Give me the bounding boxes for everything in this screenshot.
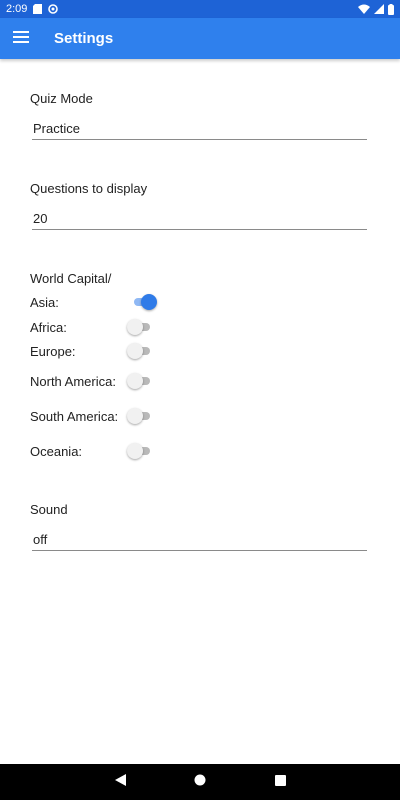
questions-to-display-label: Questions to display <box>30 181 148 196</box>
sound-input[interactable] <box>32 529 367 551</box>
toggle-thumb <box>127 343 143 359</box>
region-label-africa: Africa: <box>30 320 67 335</box>
status-bar: 2:09 <box>0 0 400 18</box>
system-nav-bar <box>0 764 400 800</box>
signal-icon <box>374 4 384 14</box>
page-title: Settings <box>54 30 114 47</box>
south-america-toggle[interactable] <box>127 408 153 424</box>
back-triangle-icon <box>114 773 126 791</box>
europe-toggle[interactable] <box>127 343 153 359</box>
questions-to-display-input[interactable] <box>32 208 367 230</box>
app-bar: Settings <box>0 18 400 59</box>
recents-button[interactable] <box>268 770 292 794</box>
hamburger-menu-icon <box>13 30 29 48</box>
oceania-toggle[interactable] <box>127 443 153 459</box>
region-label-europe: Europe: <box>30 344 76 359</box>
toggle-thumb <box>127 443 143 459</box>
data-saver-icon <box>48 4 59 14</box>
sound-label: Sound <box>30 502 68 517</box>
recents-square-icon <box>274 773 286 791</box>
home-circle-icon <box>194 773 206 791</box>
sd-card-icon <box>33 4 43 14</box>
toggle-thumb <box>141 294 157 310</box>
toggle-thumb <box>127 373 143 389</box>
menu-button[interactable] <box>1 18 41 59</box>
region-label-asia: Asia: <box>30 295 59 310</box>
region-label-oceania: Oceania: <box>30 444 83 459</box>
region-label-north-america: North America: <box>30 374 116 389</box>
home-button[interactable] <box>188 770 212 794</box>
battery-icon <box>388 3 394 15</box>
region-label-south-america: South America: <box>30 409 119 424</box>
back-button[interactable] <box>108 770 132 794</box>
quiz-mode-label: Quiz Mode <box>30 91 93 106</box>
world-capital-label: World Capital/ <box>30 271 112 286</box>
toggle-thumb <box>127 408 143 424</box>
north-america-toggle[interactable] <box>127 373 153 389</box>
quiz-mode-input[interactable] <box>32 118 367 140</box>
wifi-icon <box>358 4 370 14</box>
africa-toggle[interactable] <box>127 319 153 335</box>
toggle-thumb <box>127 319 143 335</box>
asia-toggle[interactable] <box>131 294 157 310</box>
status-time: 2:09 <box>6 3 28 15</box>
